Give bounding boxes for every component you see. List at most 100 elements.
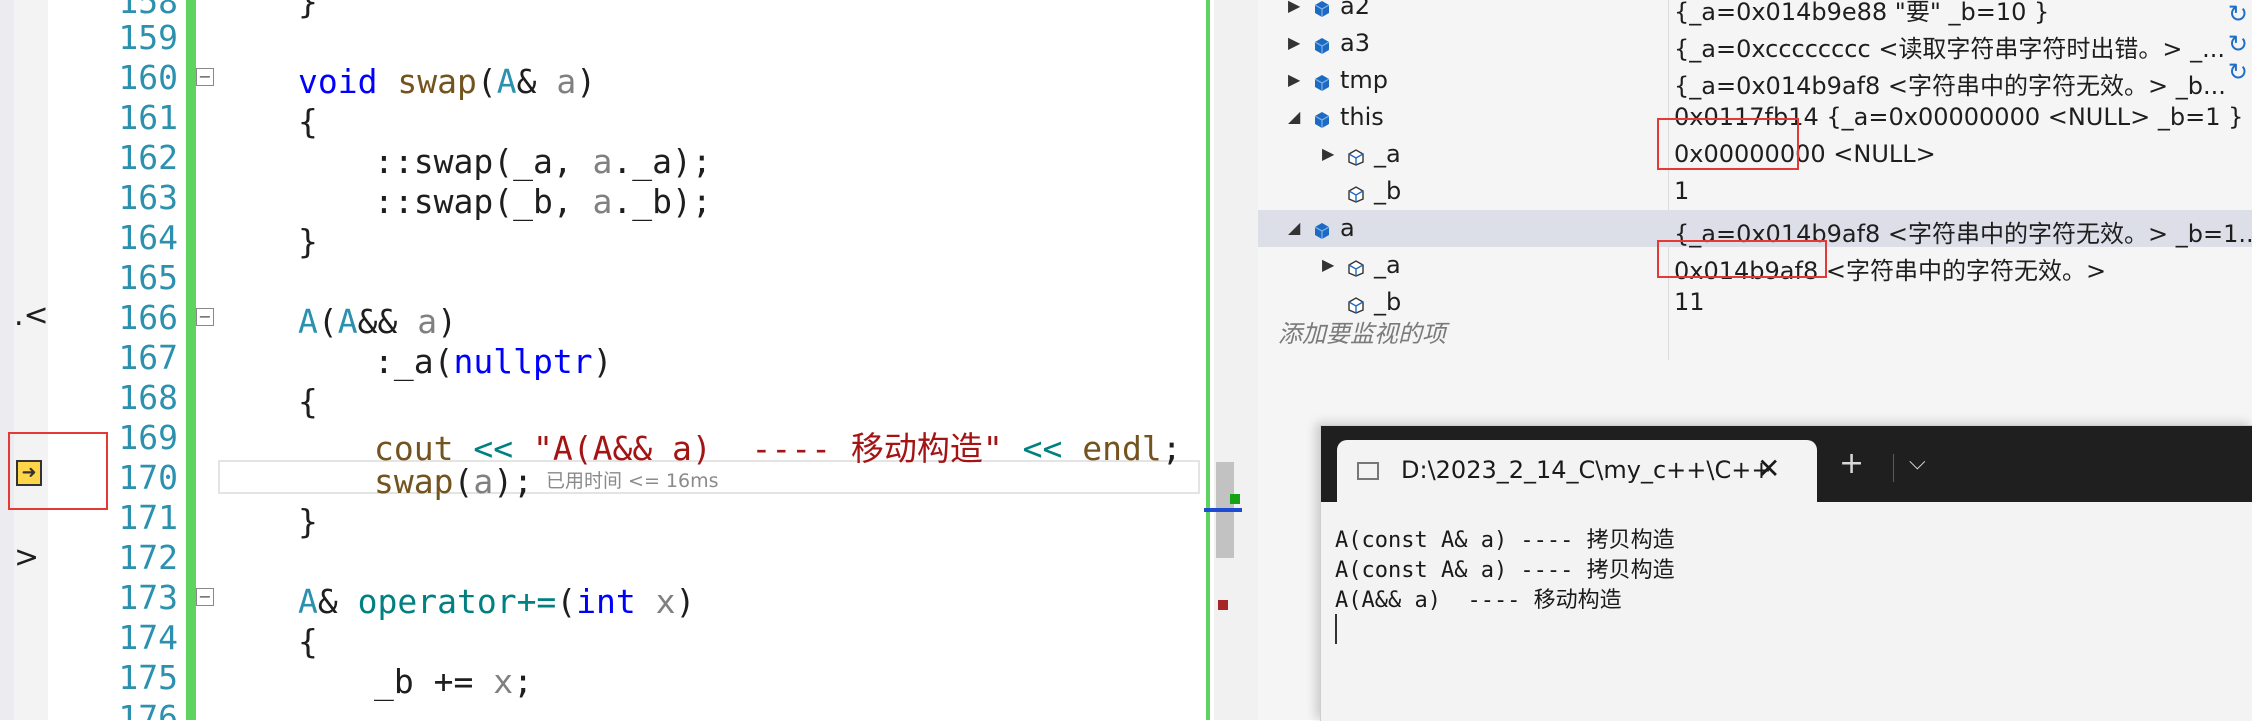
member-icon [1346,292,1364,314]
line-number: 175 [118,658,178,697]
watch-row[interactable]: ▶ a2 {_a=0x014b9e88 "要" _b=10 } [1258,0,2252,27]
code-line[interactable]: { [298,382,318,421]
object-icon [1312,107,1330,128]
field-icon [1312,33,1330,54]
line-number: 160 [118,58,178,97]
line-number: 167 [118,338,178,377]
line-number: 170 [118,458,178,497]
terminal-cursor [1335,614,1337,644]
watch-row[interactable]: ▶ a3 {_a=0xcccccccc <读取字符串字符时出错。> _... [1258,25,2252,64]
code-line[interactable]: } [298,502,318,541]
watch-value[interactable]: 11 [1674,288,1705,316]
member-icon [1346,255,1364,277]
scroll-breakpoint-marker [1218,600,1228,610]
collapse-arrow-icon[interactable]: ◢ [1288,107,1300,126]
collapse-toggle[interactable]: − [196,68,214,86]
expand-arrow-icon[interactable]: ▶ [1288,33,1300,52]
terminal-tab[interactable]: D:\2023_2_14_C\my_c++\C++ ✕ [1337,440,1817,502]
line-number: 169 [118,418,178,457]
collapse-arrow-icon[interactable]: ◢ [1288,218,1300,237]
watch-name: _b [1374,288,1402,316]
line-number: 163 [118,178,178,217]
tab-divider [1893,454,1894,482]
refresh-icon[interactable]: ↻ [2228,30,2248,58]
line-number: 159 [118,18,178,57]
line-number: 172 [118,538,178,577]
code-line[interactable]: } [298,0,318,21]
code-line[interactable]: A& operator+=(int x) [298,582,695,621]
instruction-pointer-icon[interactable]: ➜ [16,460,42,486]
expand-arrow-icon[interactable]: ▶ [1322,144,1334,163]
line-number: 161 [118,98,178,137]
expand-arrow-icon[interactable]: ▶ [1322,255,1334,274]
chevron-down-icon[interactable]: ⌵ [1909,450,1926,475]
watch-value[interactable]: {_a=0x014b9af8 <字符串中的字符无效。> _b... [1674,66,2226,101]
watch-value[interactable]: {_a=0x014b9e88 "要" _b=10 } [1674,0,2049,27]
field-icon [1312,70,1330,91]
line-number: 171 [118,498,178,537]
vertical-scrollbar[interactable] [1214,0,1258,720]
expand-arrow-icon[interactable]: ▶ [1288,70,1300,89]
line-number: 176 [118,698,178,720]
collapse-toggle[interactable]: − [196,588,214,606]
watch-name: tmp [1340,66,1389,94]
field-icon [1312,0,1330,17]
code-line[interactable]: ::swap(_a, a._a); [374,142,712,181]
code-line[interactable]: { [298,102,318,141]
highlight-box-a-a [1657,240,1827,278]
terminal-tab-bar: D:\2023_2_14_C\my_c++\C++ ✕ + ⌵ [1321,426,2252,502]
object-icon [1312,218,1330,239]
perf-tip: 已用时间 <= 16ms [546,470,719,492]
terminal-output-line: A(A&& a) ---- 移动构造 [1335,588,1622,613]
terminal-window[interactable]: D:\2023_2_14_C\my_c++\C++ ✕ + ⌵ A(const … [1320,425,2252,721]
line-number: 174 [118,618,178,657]
gutter-glyph-arrow: > [14,540,40,575]
gutter-glyph-dot-arrow: .< [14,298,49,333]
collapse-toggle[interactable]: − [196,308,214,326]
watch-name: a [1340,214,1355,242]
watch-name: _a [1374,140,1401,168]
watch-name: _b [1374,177,1402,205]
refresh-icon[interactable]: ↻ [2228,0,2248,28]
terminal-output-line: A(const A& a) ---- 拷贝构造 [1335,558,1675,583]
line-number: 168 [118,378,178,417]
glyph-column [14,0,48,720]
code-line[interactable]: } [298,222,318,261]
watch-name: _a [1374,251,1401,279]
member-icon [1346,181,1364,203]
terminal-output-line: A(const A& a) ---- 拷贝构造 [1335,528,1675,553]
line-number: 162 [118,138,178,177]
highlight-box-this-a [1657,118,1799,170]
scroll-caret-marker [1204,508,1242,512]
change-tracking-bar [186,0,196,720]
watch-name: this [1340,103,1384,131]
line-number: 166 [118,298,178,337]
line-number: 165 [118,258,178,297]
line-number: 164 [118,218,178,257]
code-line[interactable]: A(A&& a) [298,302,457,341]
terminal-tab-title: D:\2023_2_14_C\my_c++\C++ [1401,456,1772,484]
code-line[interactable]: ::swap(_b, a._b); [374,182,712,221]
code-line[interactable]: swap(a); [374,462,533,501]
code-line[interactable]: _b += x; [374,662,533,701]
new-tab-button[interactable]: + [1839,446,1864,481]
watch-name: a2 [1340,0,1370,20]
watch-row[interactable]: _b 1 [1258,173,2252,210]
editor-right-change-bar [1206,0,1210,720]
terminal-icon [1357,462,1379,480]
watch-name: a3 [1340,29,1370,57]
watch-value[interactable]: 1 [1674,177,1689,205]
line-number: 173 [118,578,178,617]
member-icon [1346,144,1364,166]
add-watch-placeholder[interactable]: 添加要监视的项 [1278,314,1446,349]
close-tab-button[interactable]: ✕ [1757,452,1780,485]
code-line[interactable]: :_a(nullptr) [374,342,612,381]
scroll-change-marker [1230,494,1240,504]
code-line[interactable]: { [298,622,318,661]
code-editor[interactable]: .< > ➜ 158 159 160 161 162 163 164 165 1… [0,0,1210,720]
code-line[interactable]: void swap(A& a) [298,62,596,101]
refresh-icon[interactable]: ↻ [2228,58,2248,86]
watch-value[interactable]: {_a=0xcccccccc <读取字符串字符时出错。> _... [1674,29,2225,64]
watch-row[interactable]: ▶ tmp {_a=0x014b9af8 <字符串中的字符无效。> _b... [1258,62,2252,101]
expand-arrow-icon[interactable]: ▶ [1288,0,1300,15]
